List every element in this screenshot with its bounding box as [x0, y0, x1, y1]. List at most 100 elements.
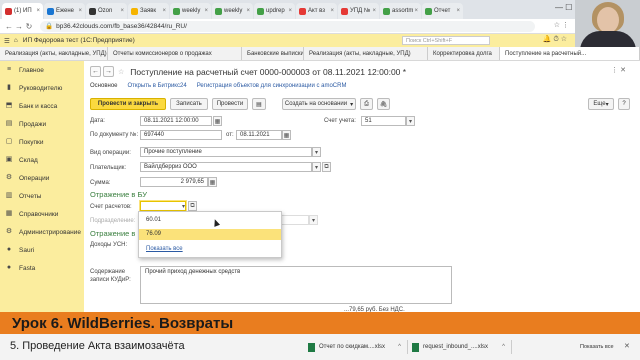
link-main[interactable]: Основное [90, 83, 118, 89]
show-all-link[interactable]: Показать все [146, 246, 183, 252]
option-60-01[interactable]: 60.01 [139, 215, 281, 226]
sidebar-item[interactable]: ▢ Покупки [0, 133, 84, 151]
calendar-icon[interactable]: ▦ [213, 116, 222, 126]
tab-close-icon[interactable]: × [161, 8, 166, 14]
browser-tab[interactable]: Отчет × [422, 3, 463, 19]
window-tab[interactable]: Банковские выписки [242, 47, 304, 60]
close-icon[interactable]: ⋮ ✕ [611, 66, 626, 74]
tab-close-icon[interactable]: × [245, 8, 250, 14]
sidebar-item[interactable]: ≡ Главное [0, 61, 84, 79]
account-calc-dropdown-icon[interactable]: ▾ [179, 201, 188, 211]
browser-tab[interactable]: Заявк × [128, 3, 169, 19]
doc-number-input[interactable]: 697440 [140, 130, 222, 140]
browser-tab-label: Ежене [56, 8, 75, 14]
downloads-show-all[interactable]: Показать все [580, 344, 614, 350]
tab-close-icon[interactable]: × [119, 8, 124, 14]
from-date-input[interactable]: 08.11.2021 [236, 130, 282, 140]
create-based-on-button[interactable]: Создать на основании ▾ [282, 98, 356, 110]
star-icon[interactable]: ☆ ⋮ [554, 21, 569, 29]
kudir-textarea[interactable]: Прочий приход денежных средств [140, 266, 452, 304]
sidebar-item[interactable]: ▥ Отчеты [0, 187, 84, 205]
document-title: Поступление на расчетный счет 0000-00000… [130, 66, 407, 77]
option-76-09[interactable]: 76.09 [139, 229, 281, 240]
window-tab[interactable]: Реализация (акты, накладные, УПД) [0, 47, 108, 60]
forward-icon[interactable]: → [14, 22, 24, 31]
sidebar-item[interactable]: ▣ Склад [0, 151, 84, 169]
menu-icon[interactable]: ☰ [4, 37, 10, 45]
payer-link-icon[interactable]: ⧉ [322, 162, 331, 172]
window-tab[interactable]: Корректировка долга [428, 47, 500, 60]
url-input[interactable]: 🔒 bp36.42clouds.com/fb_base36/42844/ru_RU… [40, 20, 535, 32]
date-input[interactable]: 08.11.2021 12:00:00 [140, 116, 212, 126]
tab-close-icon[interactable]: × [287, 8, 292, 14]
window-tab[interactable]: Реализация (акты, накладные, УПД) [304, 47, 428, 60]
more-button[interactable]: Еще ▾ [588, 98, 614, 110]
link-bitrix[interactable]: Открыть в Битрикс24 [128, 83, 187, 89]
account-calc-link-icon[interactable]: ⧉ [188, 201, 197, 211]
browser-tab[interactable]: Акт вз × [296, 3, 337, 19]
post-button[interactable]: Провести [212, 98, 248, 110]
browser-tab[interactable]: Ozon × [86, 3, 127, 19]
post-and-close-button[interactable]: Провести и закрыть [90, 98, 166, 110]
download-item[interactable]: request_inbound_....xlsx ^ [412, 340, 512, 354]
sidebar-item[interactable]: ▦ Справочники [0, 205, 84, 223]
sidebar-item[interactable]: ● Sauri [0, 241, 84, 259]
tab-close-icon[interactable]: × [203, 8, 208, 14]
doc-number-label: По документу №: [90, 132, 139, 138]
home-icon[interactable]: ⌂ [14, 37, 18, 44]
forward-arrow-icon[interactable]: → [103, 66, 114, 77]
tab-close-icon[interactable]: × [35, 8, 40, 14]
tab-close-icon[interactable]: × [371, 8, 376, 14]
sidebar-item[interactable]: ▤ Продажи [0, 115, 84, 133]
tab-close-icon[interactable]: × [455, 8, 460, 14]
sidebar-item[interactable]: ● Fasta [0, 259, 84, 277]
attach-icon[interactable]: 🖇 [377, 98, 390, 110]
reload-icon[interactable]: ↻ [24, 22, 34, 31]
operation-dropdown-icon[interactable]: ▾ [312, 147, 321, 157]
from-calendar-icon[interactable]: ▦ [282, 130, 291, 140]
save-button[interactable]: Записать [170, 98, 208, 110]
download-item[interactable]: Отчет по скидкам....xlsx ^ [308, 340, 408, 354]
tab-close-icon[interactable]: × [329, 8, 334, 14]
tab-favicon-icon [341, 7, 348, 15]
favorite-star-icon[interactable]: ☆ [118, 68, 124, 76]
sidebar-item[interactable]: ▮ Руководителю [0, 79, 84, 97]
account-dropdown-icon[interactable]: ▾ [406, 116, 415, 126]
window-tab[interactable]: Отчеты комиссионеров о продажах [108, 47, 242, 60]
browser-tab[interactable]: weekly × [212, 3, 253, 19]
sidebar-item[interactable]: ⚙ Операции [0, 169, 84, 187]
browser-tab[interactable]: assortm × [380, 3, 421, 19]
browser-tab[interactable]: УПД № × [338, 3, 379, 19]
payer-input[interactable]: Вайлдберриз ООО [140, 162, 312, 172]
sections-sidebar: ≡ Главное ▮ Руководителю ⬒ Банк и касса ▤ Прода… [0, 61, 84, 312]
browser-tab[interactable]: (1) ИП × [2, 3, 43, 19]
back-arrow-icon[interactable]: ← [90, 66, 101, 77]
browser-tab[interactable]: weekly × [170, 3, 211, 19]
subdivision-input[interactable] [279, 215, 309, 225]
address-bar: ← → ↻ 🔒 bp36.42clouds.com/fb_base36/42844… [0, 19, 575, 34]
browser-tab[interactable]: updrep × [254, 3, 295, 19]
sidebar-item-icon: ⬒ [5, 102, 13, 109]
sidebar-item[interactable]: ⚙ Администрирование [0, 223, 84, 241]
account-input[interactable]: 51 [361, 116, 406, 126]
date-label: Дата: [90, 118, 105, 124]
sum-input[interactable]: 2 979,65 [140, 177, 208, 187]
window-tab[interactable]: Поступление на расчетный... [500, 47, 640, 60]
browser-tab[interactable]: Ежене × [44, 3, 85, 19]
calculator-icon[interactable]: ▦ [208, 177, 217, 187]
link-amocrm[interactable]: Регистрация объектов для синхронизации с… [197, 83, 347, 89]
tab-favicon-icon [47, 7, 54, 15]
journal-icon[interactable]: ▤ [252, 98, 266, 110]
operation-select[interactable]: Прочие поступление [140, 147, 312, 157]
notification-icon[interactable]: 🔔 ⏱ ☆ [543, 35, 567, 44]
payer-dropdown-icon[interactable]: ▾ [312, 162, 321, 172]
tab-close-icon[interactable]: × [77, 8, 82, 14]
sidebar-item[interactable]: ⬒ Банк и касса [0, 97, 84, 115]
back-icon[interactable]: ← [4, 22, 14, 31]
print-icon[interactable]: ⎙ [360, 98, 373, 110]
downloads-close-icon[interactable]: ✕ [624, 342, 630, 350]
global-search-input[interactable]: Поиск Ctrl+Shift+F [402, 36, 490, 45]
tab-close-icon[interactable]: × [413, 8, 418, 14]
help-button[interactable]: ? [618, 98, 630, 110]
subdivision-dropdown-icon[interactable]: ▾ [309, 215, 318, 225]
